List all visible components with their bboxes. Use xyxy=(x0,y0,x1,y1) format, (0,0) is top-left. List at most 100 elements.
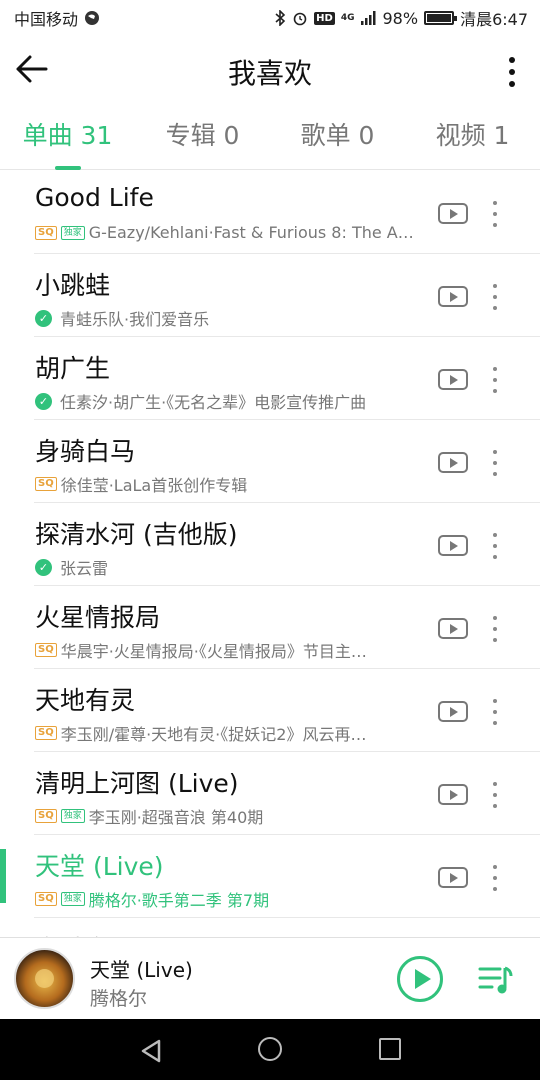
playlist-button[interactable] xyxy=(478,964,514,996)
nav-recents-button[interactable] xyxy=(379,1038,401,1060)
album-cover[interactable] xyxy=(14,948,75,1009)
song-more-button[interactable] xyxy=(490,367,500,393)
song-meta: ✓ 青蛙乐队·我们爱音乐 xyxy=(35,306,430,330)
dot-icon xyxy=(493,472,497,476)
song-meta: SQ 独家 腾格尔·歌手第二季 第7期 xyxy=(35,887,430,911)
song-more-button[interactable] xyxy=(490,616,500,642)
dot-icon xyxy=(493,461,497,465)
page-title: 我喜欢 xyxy=(227,57,312,90)
tab-albums[interactable]: 专辑 0 xyxy=(135,106,270,170)
dot-icon xyxy=(493,450,497,454)
video-play-button[interactable] xyxy=(438,452,468,473)
dot-icon xyxy=(493,284,497,288)
song-meta: SQ 李玉刚/霍尊·天地有灵·《捉妖记2》风云再… xyxy=(35,721,430,745)
more-options-button[interactable] xyxy=(502,54,522,90)
song-subtitle: G-Eazy/Kehlani·Fast & Furious 8: The A… xyxy=(88,223,414,242)
song-subtitle: 李玉刚/霍尊·天地有灵·《捉妖记2》风云再… xyxy=(60,725,367,744)
exclusive-badge: 独家 xyxy=(60,892,85,906)
song-more-button[interactable] xyxy=(490,699,500,725)
song-row[interactable]: 天地有灵 SQ 李玉刚/霍尊·天地有灵·《捉妖记2》风云再… xyxy=(34,669,540,752)
song-subtitle: 张云雷 xyxy=(60,559,109,578)
hd-badge: HD xyxy=(314,11,335,25)
song-row[interactable]: 探清水河 (吉他版) ✓ 张云雷 xyxy=(34,503,540,586)
tab-albums-label: 专辑 0 xyxy=(165,120,240,150)
song-row[interactable]: 清明上河图 (Live) SQ 独家 李玉刚·超强音浪 第40期 xyxy=(34,752,540,835)
dot-icon xyxy=(493,793,497,797)
song-row[interactable]: 身骑白马 SQ 徐佳莹·LaLa首张创作专辑 xyxy=(34,420,540,503)
sq-badge: SQ xyxy=(35,809,57,823)
tab-songs-label: 单曲 31 xyxy=(22,120,113,150)
nav-home-button[interactable] xyxy=(258,1037,282,1061)
video-play-button[interactable] xyxy=(438,535,468,556)
downloaded-check-icon: ✓ xyxy=(35,558,52,576)
dot-icon xyxy=(493,212,497,216)
video-play-button[interactable] xyxy=(438,701,468,722)
dot-icon xyxy=(493,699,497,703)
dot-icon xyxy=(509,81,515,87)
song-more-button[interactable] xyxy=(490,533,500,559)
song-row[interactable]: 天堂 (Live) SQ 独家 腾格尔·歌手第二季 第7期 xyxy=(0,835,540,918)
dot-icon xyxy=(493,533,497,537)
song-subtitle: 李玉刚·超强音浪 第40期 xyxy=(88,808,264,827)
alarm-icon xyxy=(293,12,307,26)
exclusive-badge: 独家 xyxy=(60,225,85,240)
dot-icon xyxy=(509,69,515,75)
player-title: 天堂 (Live) xyxy=(90,958,193,982)
exclusive-badge: 独家 xyxy=(60,809,85,823)
song-meta: SQ 独家 G-Eazy/Kehlani·Fast & Furious 8: The… xyxy=(35,223,430,242)
song-title: 小跳蛙 xyxy=(35,271,111,300)
nav-back-button[interactable] xyxy=(140,1039,162,1067)
song-row[interactable]: 胡广生 ✓ 任素汐·胡广生·《无名之辈》电影宣传推广曲 xyxy=(34,337,540,420)
dot-icon xyxy=(493,710,497,714)
dot-icon xyxy=(493,865,497,869)
song-more-button[interactable] xyxy=(490,450,500,476)
song-more-button[interactable] xyxy=(490,284,500,310)
song-title: 天堂 (Live) xyxy=(35,852,164,881)
play-button[interactable] xyxy=(397,956,443,1002)
dot-icon xyxy=(493,638,497,642)
video-play-button[interactable] xyxy=(438,369,468,390)
battery-fill xyxy=(427,14,451,22)
video-play-button[interactable] xyxy=(438,203,468,224)
clock: 清晨6:47 xyxy=(460,10,528,29)
sq-badge: SQ xyxy=(35,643,57,657)
triangle-back-icon xyxy=(141,1039,161,1063)
tab-videos[interactable]: 视频 1 xyxy=(405,106,540,170)
song-more-button[interactable] xyxy=(490,865,500,891)
network-type: 4G xyxy=(340,13,355,23)
playlist-icon xyxy=(478,966,513,994)
video-play-button[interactable] xyxy=(438,286,468,307)
video-play-button[interactable] xyxy=(438,618,468,639)
globe-icon xyxy=(85,11,100,25)
song-row[interactable]: Good Life SQ 独家 G-Eazy/Kehlani·Fast & Furio… xyxy=(34,171,540,254)
dot-icon xyxy=(493,887,497,891)
song-row[interactable]: 身骑白马 (Live) xyxy=(34,918,540,937)
song-more-button[interactable] xyxy=(490,782,500,808)
sq-badge: SQ xyxy=(35,477,57,491)
dot-icon xyxy=(493,876,497,880)
tab-playlists[interactable]: 歌单 0 xyxy=(270,106,405,170)
sq-badge: SQ xyxy=(35,726,57,740)
dot-icon xyxy=(493,306,497,310)
song-list[interactable]: Good Life SQ 独家 G-Eazy/Kehlani·Fast & Furio… xyxy=(0,171,540,937)
tab-songs[interactable]: 单曲 31 xyxy=(0,106,135,170)
dot-icon xyxy=(493,389,497,393)
video-play-button[interactable] xyxy=(438,867,468,888)
song-row[interactable]: 火星情报局 SQ 华晨宇·火星情报局·《火星情报局》节目主… xyxy=(34,586,540,669)
song-subtitle: 青蛙乐队·我们爱音乐 xyxy=(60,310,210,329)
sq-badge: SQ xyxy=(35,892,57,906)
song-title: 火星情报局 xyxy=(35,603,161,632)
mini-player[interactable]: 天堂 (Live) 腾格尔 xyxy=(0,937,540,1019)
song-title: 天地有灵 xyxy=(35,686,136,715)
now-playing-indicator xyxy=(0,849,6,903)
header: 我喜欢 xyxy=(0,36,540,106)
cover-art xyxy=(35,969,54,988)
song-meta: SQ 徐佳莹·LaLa首张创作专辑 xyxy=(35,472,430,496)
song-more-button[interactable] xyxy=(490,201,500,227)
song-title: 探清水河 (吉他版) xyxy=(35,520,238,549)
song-meta: SQ 华晨宇·火星情报局·《火星情报局》节目主… xyxy=(35,638,430,662)
song-subtitle: 腾格尔·歌手第二季 第7期 xyxy=(88,891,270,910)
song-row[interactable]: 小跳蛙 ✓ 青蛙乐队·我们爱音乐 xyxy=(34,254,540,337)
dot-icon xyxy=(493,367,497,371)
video-play-button[interactable] xyxy=(438,784,468,805)
